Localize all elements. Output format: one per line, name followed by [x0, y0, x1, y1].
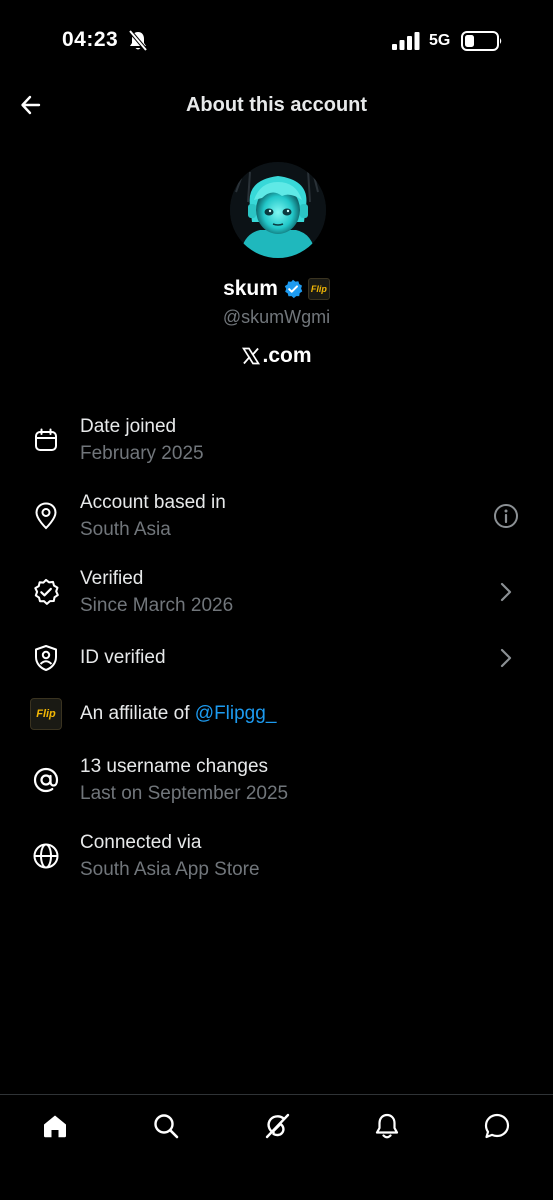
chevron-right-icon[interactable] [492, 578, 520, 606]
handle: @skumWgmi [222, 307, 331, 327]
location-pin-icon [32, 502, 60, 530]
search-icon[interactable] [149, 1109, 183, 1143]
row-title: Date joined [80, 416, 177, 437]
row-title: Account based in [80, 492, 226, 513]
affiliate-badge-label: Flip [310, 283, 327, 294]
row-subtitle: Last on September 2025 [80, 783, 289, 804]
status-bar: 04:23 5G [0, 0, 553, 80]
chevron-right-icon[interactable] [492, 644, 520, 672]
affiliate-prefix: An affiliate of [80, 703, 195, 724]
affiliate-badge-icon[interactable]: Flip [307, 278, 330, 300]
row-title: 13 username changes [80, 756, 269, 777]
row-affiliate: Flip An affiliate of @Flipgg_ [0, 694, 553, 734]
network-type: 5G [429, 32, 451, 49]
bell-off-icon [128, 30, 148, 52]
verified-check-icon [32, 578, 60, 606]
globe-icon [32, 842, 60, 870]
notifications-icon[interactable] [370, 1109, 404, 1143]
avatar[interactable] [230, 162, 326, 258]
avatar-image [230, 162, 326, 258]
info-icon[interactable] [492, 502, 520, 530]
home-icon[interactable] [38, 1109, 72, 1143]
row-connected-via: Connected via South Asia App Store [0, 826, 553, 886]
row-id-verified[interactable]: ID verified [0, 638, 553, 678]
row-title: An affiliate of @Flipgg_ [80, 703, 276, 725]
row-account-based-in: Account based in South Asia [0, 486, 553, 546]
row-subtitle: February 2025 [80, 443, 204, 464]
battery-icon [461, 31, 502, 51]
bottom-nav [0, 1094, 553, 1200]
page-title: About this account [185, 94, 368, 116]
domain-row: .com [0, 344, 553, 368]
calendar-icon [32, 426, 60, 454]
row-verified[interactable]: Verified Since March 2026 [0, 562, 553, 622]
affiliate-link[interactable]: @Flipgg_ [195, 703, 277, 724]
signal-icon [392, 32, 420, 50]
grok-icon[interactable] [260, 1109, 294, 1143]
at-sign-icon [32, 766, 60, 794]
display-name: skum [223, 277, 278, 300]
row-subtitle: South Asia [80, 519, 171, 540]
row-date-joined: Date joined February 2025 [0, 410, 553, 470]
name-row: skum Flip [0, 277, 553, 301]
row-username-changes: 13 username changes Last on September 20… [0, 750, 553, 810]
row-title: ID verified [80, 647, 166, 668]
affiliate-badge-mark: Flip [30, 698, 62, 730]
messages-icon[interactable] [480, 1109, 514, 1143]
domain-text: .com [262, 344, 312, 367]
row-subtitle: South Asia App Store [80, 859, 260, 880]
affiliate-badge-icon: Flip [30, 698, 62, 730]
verified-badge-icon[interactable] [283, 279, 303, 299]
x-logo-icon [242, 347, 261, 365]
id-shield-icon [32, 644, 60, 672]
row-title: Connected via [80, 832, 202, 853]
row-title: Verified [80, 568, 144, 589]
row-subtitle: Since March 2026 [80, 595, 234, 616]
status-time: 04:23 [62, 28, 119, 51]
